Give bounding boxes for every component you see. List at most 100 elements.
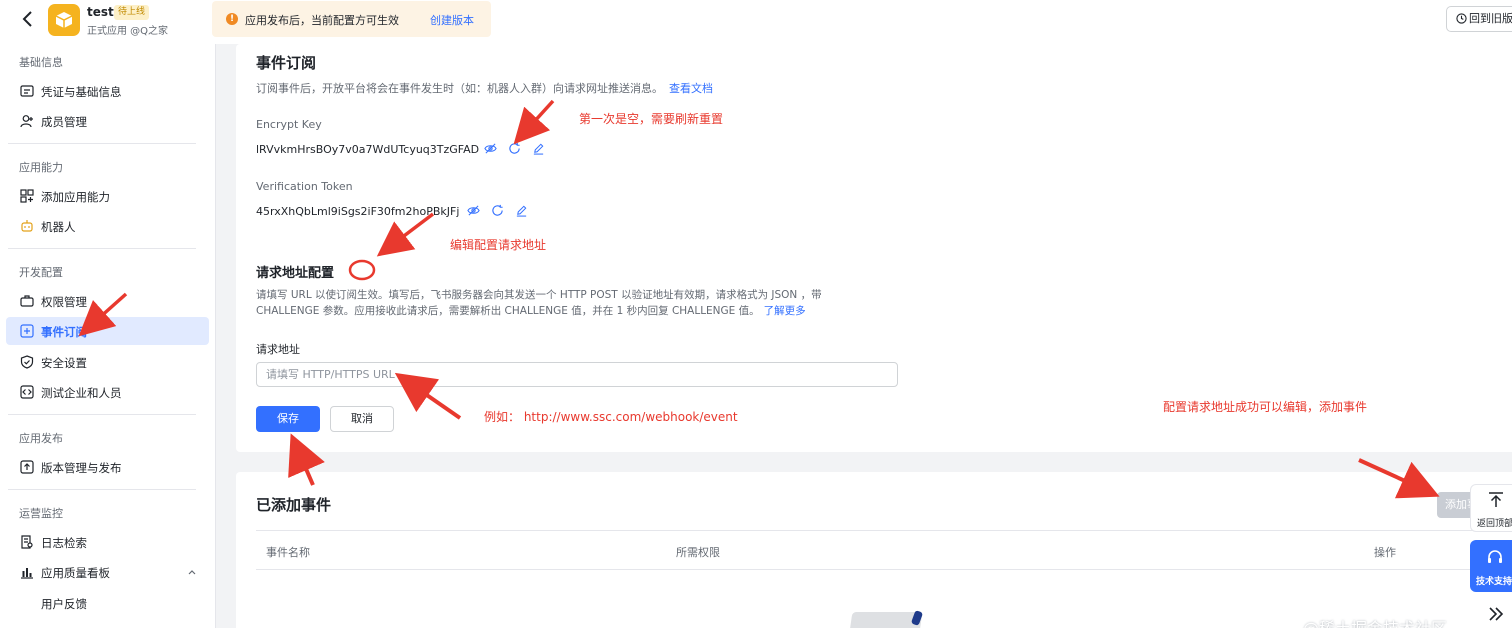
divider [8, 248, 196, 249]
sidebar-item-label: 测试企业和人员 [41, 386, 122, 400]
column-header-permissions: 所需权限 [676, 546, 720, 559]
event-description-text: 订阅事件后，开放平台将会在事件发生时（如：机器人入群）向请求网址推送消息。 [256, 82, 663, 95]
verification-token-label: Verification Token [256, 180, 353, 193]
id-card-icon [20, 85, 34, 97]
sidebar-item-label: 用户反馈 [41, 597, 87, 611]
old-version-button[interactable]: 回到旧版 [1446, 6, 1512, 32]
app-subtitle: 正式应用 @Q之家 [87, 26, 169, 37]
log-search-icon [21, 535, 33, 549]
learn-more-link[interactable]: 了解更多 [764, 305, 806, 317]
sidebar-item-bot[interactable]: 机器人 [6, 212, 209, 240]
notice-text: 应用发布后，当前配置方可生效 [245, 14, 399, 27]
sidebar-item-label: 版本管理与发布 [41, 461, 122, 475]
headset-icon [1488, 550, 1502, 563]
request-config-description: 请填写 URL 以使订阅生效。填写后，飞书服务器会向其发送一个 HTTP POS… [256, 287, 876, 319]
double-chevron-right-icon[interactable] [1486, 604, 1506, 624]
refresh-icon[interactable] [508, 142, 521, 155]
divider [8, 414, 196, 415]
event-subscription-card [236, 44, 1512, 452]
sidebar-item-label: 事件订阅 [41, 325, 87, 339]
sidebar-item-event-subscription[interactable]: 事件订阅 [6, 317, 209, 345]
chevron-up-icon[interactable] [187, 567, 197, 577]
sidebar-item-label: 凭证与基础信息 [41, 85, 122, 99]
sidebar-item-quality[interactable]: 应用质量看板 [6, 558, 209, 586]
sidebar-item-members[interactable]: 成员管理 [6, 107, 209, 135]
back-arrow-icon[interactable] [18, 9, 38, 29]
annotation-first-empty: 第一次是空，需要刷新重置 [579, 112, 724, 126]
grid-add-icon [20, 189, 34, 203]
view-docs-link[interactable]: 查看文档 [669, 82, 713, 95]
sidebar-item-label: 应用质量看板 [41, 566, 110, 580]
sidebar-item-label: 添加应用能力 [41, 190, 110, 204]
added-events-title: 已添加事件 [256, 496, 332, 514]
section-title: 基础信息 [19, 56, 63, 69]
sidebar-item-logs[interactable]: 日志检索 [6, 528, 209, 556]
publish-notice: ! 应用发布后，当前配置方可生效 创建版本 [212, 1, 491, 37]
robot-icon [21, 220, 33, 232]
user-add-icon [20, 115, 33, 128]
added-events-card [236, 472, 1512, 628]
back-to-top-label: 返回顶部 [1477, 519, 1512, 529]
sidebar-item-security[interactable]: 安全设置 [6, 348, 209, 376]
sidebar-item-label: 日志检索 [41, 536, 87, 550]
box-icon [55, 12, 73, 28]
tech-support-label: 技术支持 [1476, 577, 1512, 587]
arrow-to-top-icon [1489, 492, 1503, 507]
watermark: @稀土掘金技术社区 [1303, 615, 1447, 628]
sidebar-item-permissions[interactable]: 权限管理 [6, 287, 209, 315]
request-url-label: 请求地址 [256, 343, 300, 356]
verification-token-value: 45rxXhQbLml9iSgs2iF30fm2hoPBkJFj [256, 205, 460, 218]
refresh-icon[interactable] [491, 204, 504, 217]
save-button[interactable]: 保存 [256, 406, 320, 432]
status-badge: 待上线 [114, 5, 150, 20]
old-version-label: 回到旧版 [1469, 12, 1512, 25]
sidebar-item-test-tenant[interactable]: 测试企业和人员 [6, 378, 209, 406]
section-title: 应用发布 [19, 432, 63, 445]
section-title: 开发配置 [19, 266, 63, 279]
sidebar-item-label: 权限管理 [41, 295, 87, 309]
annotation-edit-url: 编辑配置请求地址 [450, 238, 547, 252]
encrypt-key-value: lRVvkmHrsBOy7v0a7WdUTcyuq3TzGFAD [256, 143, 480, 156]
app-icon [48, 4, 80, 36]
sidebar-item-feedback[interactable]: 用户反馈 [6, 589, 209, 617]
sidebar-item-label: 机器人 [41, 220, 76, 234]
column-header-event-name: 事件名称 [266, 546, 310, 559]
sidebar-item-credentials[interactable]: 凭证与基础信息 [6, 77, 209, 105]
sidebar-item-versions[interactable]: 版本管理与发布 [6, 453, 209, 481]
sidebar-item-label: 成员管理 [41, 115, 87, 129]
edit-icon[interactable] [532, 142, 545, 155]
annotation-after-config: 配置请求地址成功可以编辑，添加事件 [1163, 400, 1368, 414]
divider [8, 489, 196, 490]
bar-chart-icon [21, 568, 33, 579]
request-config-description-text: 请填写 URL 以使订阅生效。填写后，飞书服务器会向其发送一个 HTTP POS… [256, 289, 822, 317]
section-title: 应用能力 [19, 161, 63, 174]
table-header-top-border [256, 530, 1476, 531]
back-to-top-button[interactable]: 返回顶部 [1470, 484, 1512, 532]
shield-icon [20, 355, 34, 369]
warning-icon: ! [226, 13, 238, 25]
event-description: 订阅事件后，开放平台将会在事件发生时（如：机器人入群）向请求网址推送消息。 查看文… [256, 80, 713, 96]
cancel-button[interactable]: 取消 [330, 406, 394, 432]
clock-icon [1456, 13, 1467, 24]
edit-icon[interactable] [515, 204, 528, 217]
code-icon [20, 385, 34, 399]
divider [8, 143, 196, 144]
column-header-actions: 操作 [1374, 546, 1396, 559]
tech-support-button[interactable]: 技术支持 [1470, 540, 1512, 592]
app-name: test [87, 5, 114, 19]
create-version-link[interactable]: 创建版本 [430, 12, 474, 28]
request-config-title: 请求地址配置 [256, 266, 335, 281]
request-url-input[interactable]: 请填写 HTTP/HTTPS URL [256, 362, 898, 387]
upload-icon [20, 460, 34, 474]
top-bar: test 待上线 正式应用 @Q之家 ! 应用发布后，当前配置方可生效 创建版本… [0, 0, 1512, 44]
page-title: 事件订阅 [256, 54, 317, 72]
eye-off-icon[interactable] [484, 142, 497, 155]
annotation-example: 例如： http://www.ssc.com/webhook/event [484, 410, 738, 424]
eye-off-icon[interactable] [467, 204, 480, 217]
section-title: 运营监控 [19, 507, 63, 520]
sidebar-item-add-capability[interactable]: 添加应用能力 [6, 182, 209, 210]
sidebar-item-label: 安全设置 [41, 356, 87, 370]
table-header-bottom-border [256, 569, 1476, 570]
encrypt-key-label: Encrypt Key [256, 118, 322, 131]
event-add-icon [20, 324, 34, 338]
